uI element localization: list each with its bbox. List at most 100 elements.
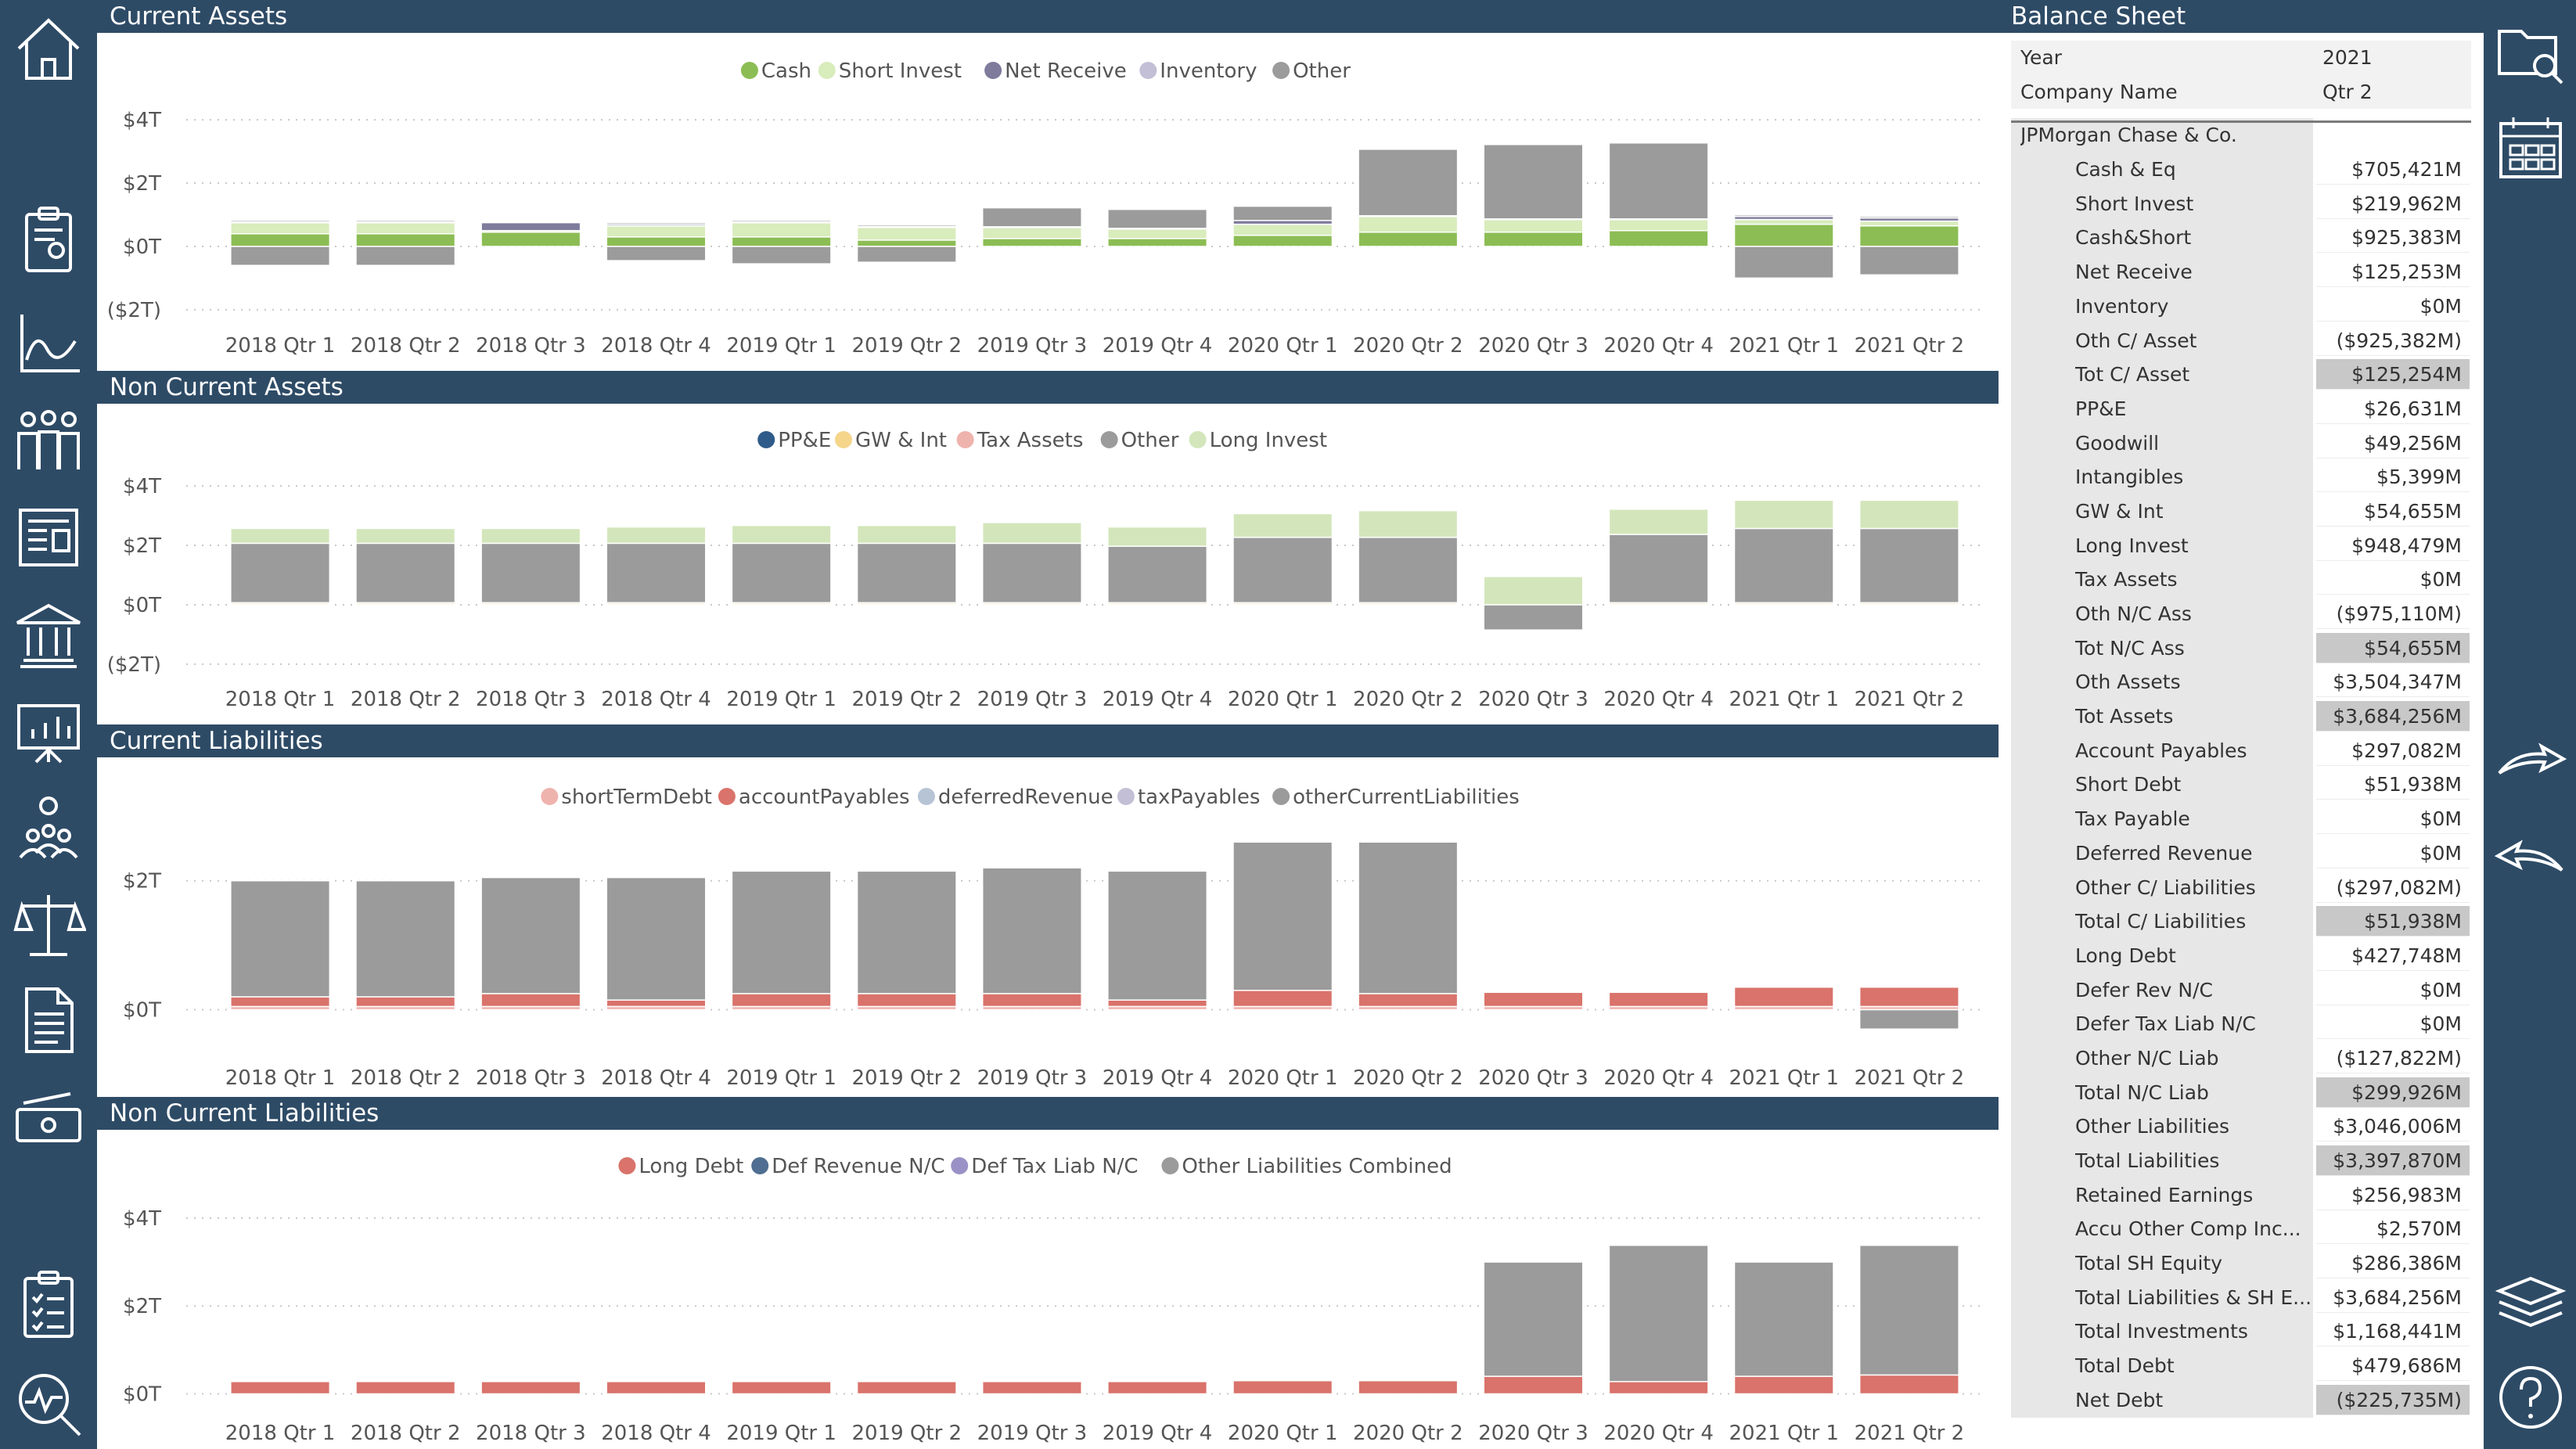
legend-item[interactable]: Short Invest (818, 59, 962, 83)
folder-search-icon[interactable] (2493, 14, 2568, 89)
bar-group[interactable] (1733, 499, 1834, 606)
money-bill-icon[interactable] (11, 1081, 86, 1156)
bank-icon[interactable] (11, 596, 86, 671)
bar-group[interactable] (856, 224, 957, 263)
people-group-icon[interactable] (11, 402, 86, 477)
bar-group[interactable] (731, 870, 832, 1011)
bar-group[interactable] (355, 1381, 456, 1395)
document-icon[interactable] (11, 983, 86, 1058)
bar-group[interactable] (230, 1381, 331, 1395)
bar-group[interactable] (1358, 841, 1459, 1011)
bar-group[interactable] (1858, 215, 1959, 276)
legend-item[interactable]: Inventory (1139, 59, 1257, 83)
clipboard-certificate-icon[interactable] (11, 202, 86, 277)
bar-group[interactable] (1232, 1379, 1333, 1395)
legend-item[interactable]: taxPayables (1117, 786, 1261, 809)
bar-group[interactable] (1483, 991, 1584, 1011)
legend-item[interactable]: Long Debt (618, 1155, 743, 1178)
bar-group[interactable] (856, 1381, 957, 1395)
bar-group[interactable] (606, 876, 707, 1011)
legend-item[interactable]: GW & Int (835, 429, 947, 452)
line-chart-icon[interactable] (11, 305, 86, 380)
bar-group[interactable] (1608, 142, 1709, 247)
filter-row[interactable]: Year 2021 (2011, 41, 2471, 75)
bar-group[interactable] (1107, 526, 1208, 606)
bar-group[interactable] (981, 1381, 1082, 1395)
idea-team-icon[interactable] (11, 790, 86, 865)
bar-group[interactable] (480, 1381, 581, 1395)
bar-group[interactable] (1608, 1244, 1709, 1395)
bar-group[interactable] (856, 524, 957, 606)
filter-row[interactable]: Company Name Qtr 2 (2011, 74, 2471, 110)
bar-group[interactable] (1107, 870, 1208, 1011)
bar-group[interactable] (606, 221, 707, 261)
bar-group[interactable] (1608, 991, 1709, 1011)
bar-group[interactable] (1107, 1381, 1208, 1395)
help-icon[interactable] (2493, 1360, 2568, 1435)
legend-item[interactable]: Other (1100, 429, 1179, 452)
bar-group[interactable] (1232, 205, 1333, 247)
legend-item[interactable]: Cash (740, 59, 811, 83)
bar-group[interactable] (606, 526, 707, 606)
report-document-icon[interactable] (11, 499, 86, 574)
bar-group[interactable] (981, 522, 1082, 606)
bar-group[interactable] (230, 879, 331, 1011)
bar-group[interactable] (1483, 576, 1584, 631)
bar-group[interactable] (731, 220, 832, 264)
bar-group[interactable] (981, 207, 1082, 247)
back-arrow-icon[interactable] (2493, 818, 2568, 893)
bar-group[interactable] (355, 527, 456, 606)
bar-group[interactable] (230, 527, 331, 606)
presentation-chart-icon[interactable] (11, 695, 86, 770)
legend-item[interactable]: Tax Assets (956, 429, 1084, 452)
bar-group[interactable] (1608, 509, 1709, 606)
bar-group[interactable] (480, 221, 581, 247)
bar-group[interactable] (1733, 1261, 1834, 1395)
stack-icon[interactable] (2493, 1263, 2568, 1338)
bar-group[interactable] (856, 870, 957, 1011)
legend-item[interactable]: deferredRevenue (917, 786, 1114, 809)
bar-group[interactable] (1483, 143, 1584, 247)
legend-item[interactable]: accountPayables (718, 786, 910, 809)
bar-group[interactable] (230, 220, 331, 266)
forward-arrow-icon[interactable] (2493, 721, 2568, 796)
legend-item[interactable]: PP&E (757, 429, 831, 452)
bar-group[interactable] (1483, 1261, 1584, 1395)
home-icon[interactable] (11, 11, 86, 86)
balance-scale-icon[interactable] (11, 887, 87, 962)
legend-item[interactable]: shortTermDebt (541, 786, 712, 809)
bar-group[interactable] (1358, 149, 1459, 247)
bar-group[interactable] (731, 1381, 832, 1395)
bar-group[interactable] (1858, 986, 1959, 1030)
bar-group[interactable] (1232, 512, 1333, 606)
bar-group[interactable] (1232, 841, 1333, 1011)
bar-group[interactable] (981, 867, 1082, 1011)
bar-group[interactable] (606, 1381, 707, 1395)
bar-group[interactable] (1858, 1244, 1959, 1395)
bar-group[interactable] (355, 220, 456, 266)
bar-group[interactable] (480, 527, 581, 606)
bar-group[interactable] (1733, 986, 1834, 1011)
bar-group[interactable] (731, 524, 832, 606)
checklist-icon[interactable] (11, 1267, 86, 1343)
legend-item[interactable]: otherCurrentLiabilities (1272, 786, 1520, 809)
bar-group[interactable] (1733, 214, 1834, 279)
bar-group[interactable] (1358, 509, 1459, 606)
legend-item[interactable]: Net Receive (984, 59, 1127, 83)
x-tick-label: 2018 Qtr 2 (351, 334, 461, 358)
legend-item[interactable]: Other Liabilities Combined (1161, 1155, 1452, 1178)
bar-group[interactable] (1358, 1379, 1459, 1395)
bar-segment (230, 221, 331, 235)
bar-group[interactable] (355, 879, 456, 1011)
legend-marker (718, 788, 736, 805)
legend-item[interactable]: Other (1272, 59, 1351, 83)
bar-group[interactable] (480, 876, 581, 1011)
left-navigation (0, 0, 97, 1449)
legend-item[interactable]: Long Invest (1189, 429, 1327, 452)
bar-group[interactable] (1107, 208, 1208, 247)
calendar-icon[interactable] (2493, 110, 2568, 185)
legend-item[interactable]: Def Tax Liab N/C (951, 1155, 1139, 1178)
legend-item[interactable]: Def Revenue N/C (751, 1155, 944, 1178)
bar-group[interactable] (1858, 499, 1959, 606)
search-analytics-icon[interactable] (11, 1366, 86, 1441)
